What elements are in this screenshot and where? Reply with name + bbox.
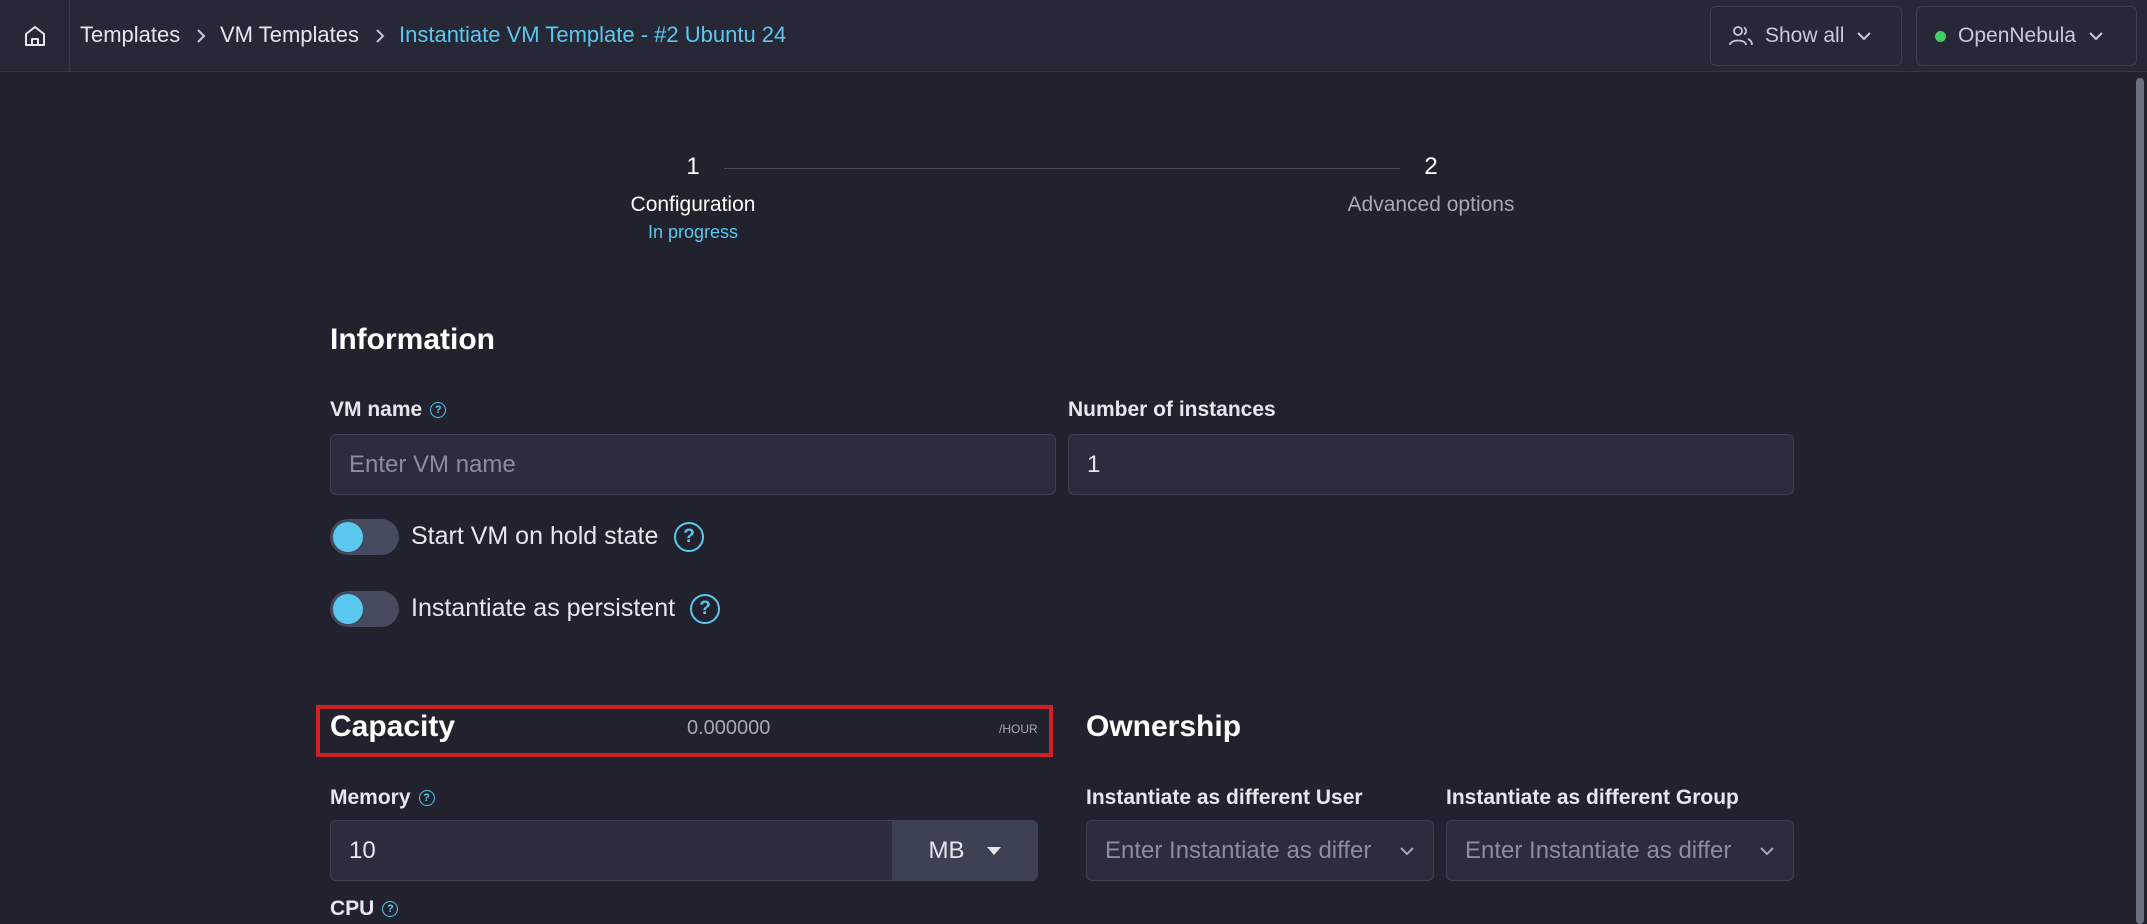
different-user-label: Instantiate as different User	[1086, 786, 1363, 810]
different-user-select[interactable]: Enter Instantiate as differ	[1086, 820, 1434, 881]
zone-status-dot	[1935, 30, 1946, 42]
top-bar: Templates VM Templates Instantiate VM Te…	[0, 0, 2147, 72]
users-icon	[1729, 26, 1753, 46]
chevron-down-icon	[1857, 32, 1872, 41]
capacity-title: Capacity	[330, 710, 456, 743]
breadcrumb-vm-templates[interactable]: VM Templates	[220, 22, 359, 48]
toggle-knob	[333, 522, 363, 552]
memory-unit-value: MB	[928, 836, 965, 864]
help-icon[interactable]: ?	[674, 522, 704, 552]
zone-select[interactable]: OpenNebula	[1916, 6, 2137, 66]
toggle-knob	[333, 594, 363, 624]
vm-name-label-text: VM name	[330, 398, 423, 421]
capacity-cost-unit: /HOUR	[999, 722, 1038, 736]
hold-state-toggle[interactable]	[330, 519, 399, 555]
breadcrumb-current: Instantiate VM Template - #2 Ubuntu 24	[399, 22, 787, 47]
different-group-select[interactable]: Enter Instantiate as differ	[1446, 820, 1794, 881]
memory-value[interactable]: 10	[349, 837, 376, 865]
persistent-label: Instantiate as persistent	[411, 594, 676, 622]
different-group-label: Instantiate as different Group	[1446, 786, 1739, 810]
caret-down-icon	[986, 846, 1001, 855]
home-icon	[24, 26, 45, 46]
information-title: Information	[330, 323, 495, 356]
chevron-down-icon	[2089, 32, 2103, 41]
persistent-toggle[interactable]	[330, 591, 399, 627]
vm-name-label: VM name ?	[330, 398, 447, 422]
scrollbar-thumb[interactable]	[2136, 78, 2144, 924]
memory-label: Memory ?	[330, 786, 435, 810]
memory-unit-select[interactable]: MB	[892, 821, 1037, 880]
vm-name-field[interactable]	[330, 434, 1056, 495]
step-2-number[interactable]: 2	[1411, 153, 1451, 181]
different-group-placeholder: Enter Instantiate as differ	[1465, 836, 1732, 864]
different-user-placeholder: Enter Instantiate as differ	[1105, 836, 1372, 864]
step-1-status: In progress	[647, 222, 739, 242]
help-icon[interactable]: ?	[382, 901, 399, 917]
chevron-down-icon	[1400, 846, 1414, 855]
home-button[interactable]	[0, 0, 70, 72]
help-icon[interactable]: ?	[418, 790, 435, 806]
step-1-label[interactable]: Configuration	[608, 193, 778, 217]
cpu-label: CPU ?	[330, 897, 399, 921]
different-user-label-text: Instantiate as different User	[1086, 786, 1363, 809]
zone-label: OpenNebula	[1958, 24, 2076, 47]
filter-select[interactable]: Show all	[1710, 6, 1902, 66]
memory-label-text: Memory	[330, 786, 411, 809]
different-group-label-text: Instantiate as different Group	[1446, 786, 1739, 809]
capacity-cost: 0.000000	[687, 717, 771, 739]
hold-state-label: Start VM on hold state	[411, 522, 659, 550]
instances-field[interactable]: 1	[1068, 434, 1794, 495]
cpu-label-text: CPU	[330, 897, 375, 920]
breadcrumb-templates[interactable]: Templates	[80, 22, 180, 48]
chevron-right-icon	[193, 24, 209, 48]
help-icon[interactable]: ?	[690, 594, 720, 624]
instances-label: Number of instances	[1068, 398, 1276, 422]
chevron-right-icon	[372, 24, 388, 48]
chevron-down-icon	[1760, 846, 1774, 855]
step-1-number[interactable]: 1	[673, 153, 713, 181]
step-2-label[interactable]: Advanced options	[1321, 193, 1541, 217]
filter-label: Show all	[1765, 24, 1845, 47]
help-icon[interactable]: ?	[430, 402, 447, 418]
ownership-title: Ownership	[1086, 710, 1242, 743]
vm-name-input[interactable]	[349, 450, 1037, 479]
instances-value[interactable]: 1	[1087, 451, 1100, 479]
instances-label-text: Number of instances	[1068, 398, 1276, 421]
step-connector	[724, 168, 1400, 169]
